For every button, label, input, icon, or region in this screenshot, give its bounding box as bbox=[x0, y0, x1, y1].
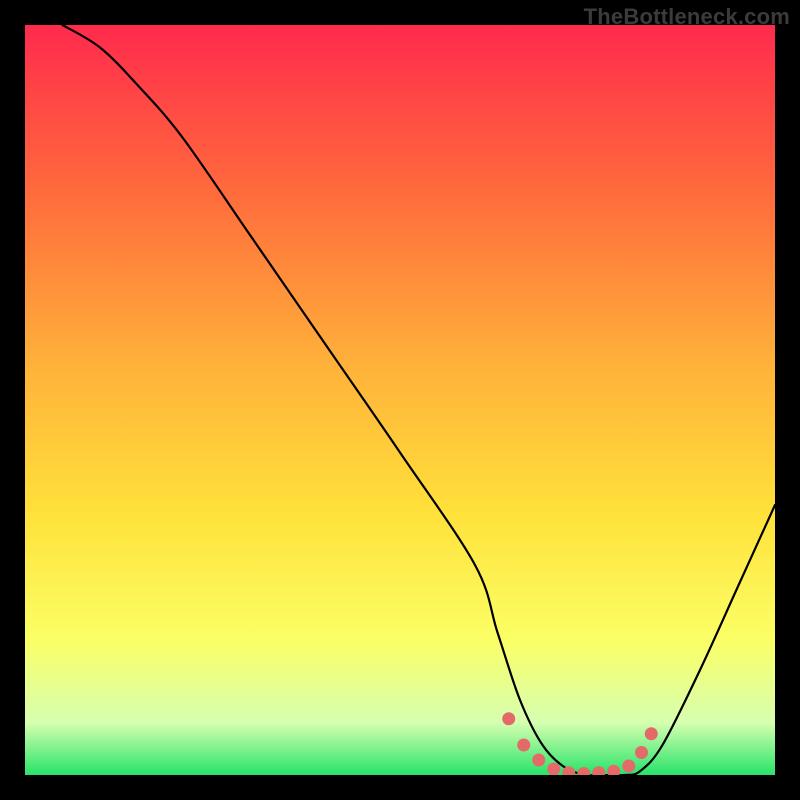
highlight-dot bbox=[517, 739, 530, 752]
highlight-dot bbox=[532, 754, 545, 767]
gradient-background bbox=[25, 25, 775, 775]
chart-frame: TheBottleneck.com bbox=[0, 0, 800, 800]
highlight-dot bbox=[547, 763, 560, 776]
bottleneck-chart bbox=[25, 25, 775, 775]
highlight-dot bbox=[635, 746, 648, 759]
watermark-text: TheBottleneck.com bbox=[584, 4, 790, 30]
highlight-dot bbox=[502, 712, 515, 725]
highlight-dot bbox=[645, 727, 658, 740]
highlight-dot bbox=[622, 760, 635, 773]
plot-area bbox=[25, 25, 775, 775]
